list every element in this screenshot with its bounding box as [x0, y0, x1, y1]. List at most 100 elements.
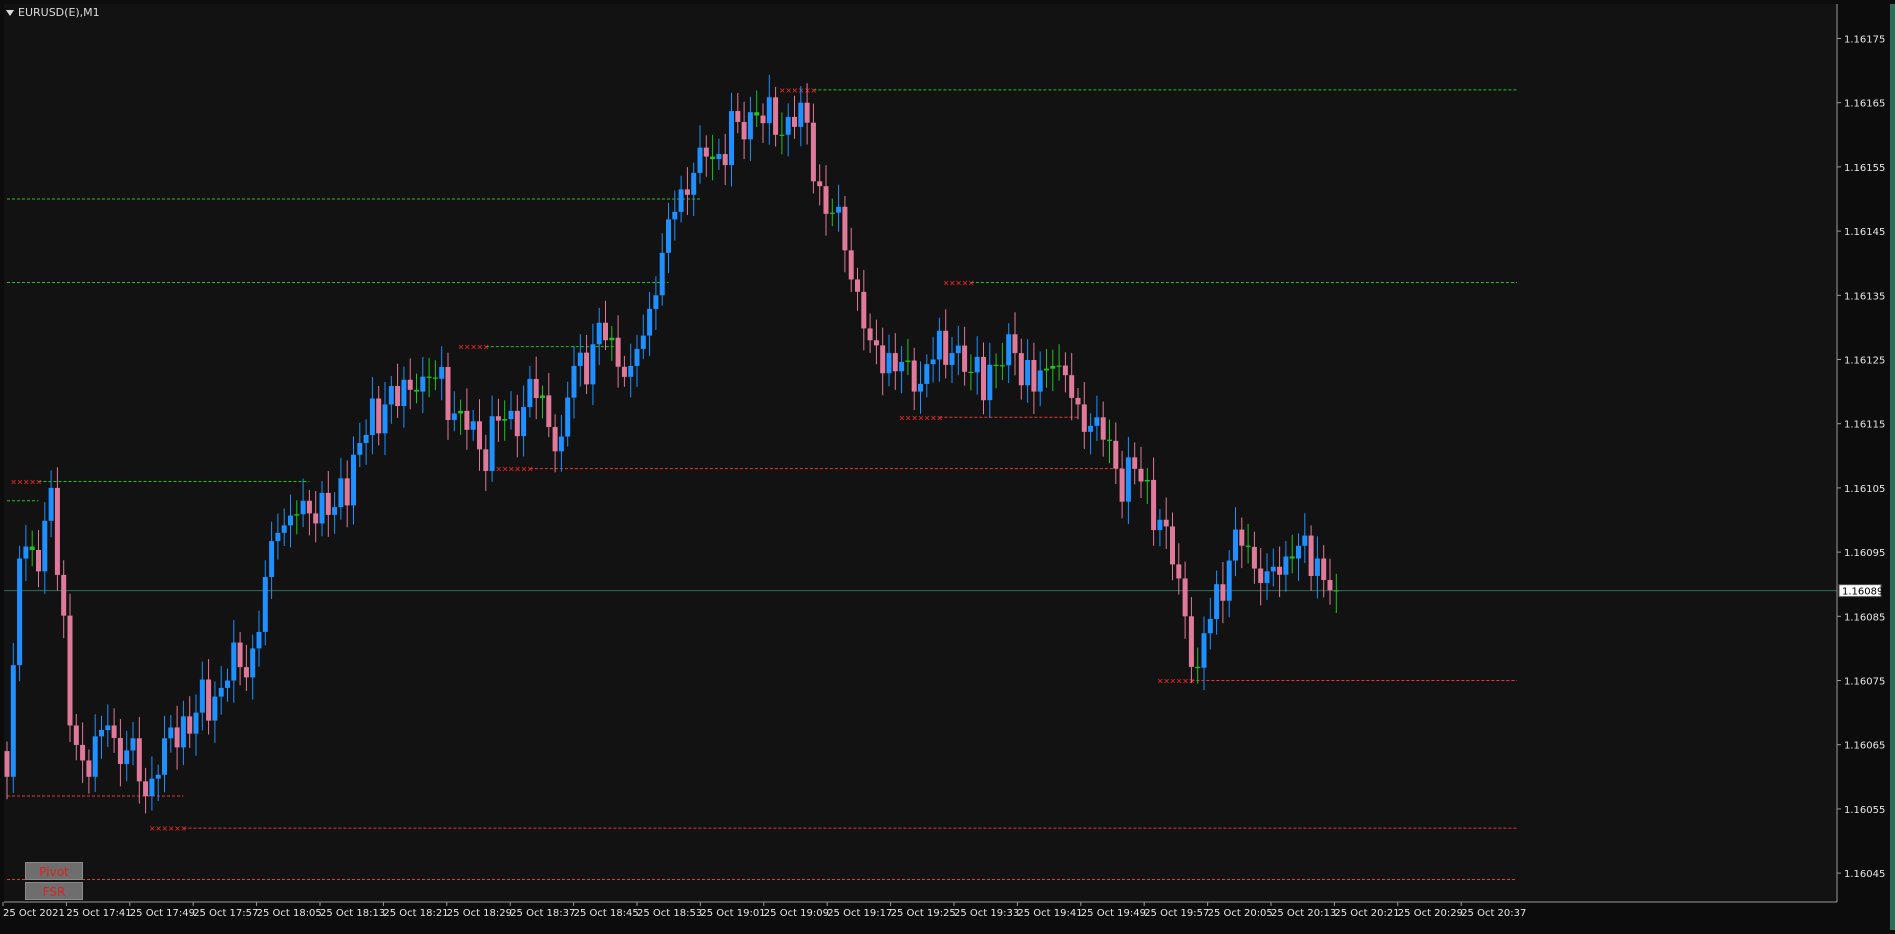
- candle-body: [243, 667, 249, 678]
- candle-body: [999, 365, 1005, 367]
- candle-body: [313, 513, 319, 524]
- candle-body: [388, 386, 394, 405]
- candle-body: [527, 378, 533, 408]
- candle-body: [1270, 566, 1276, 572]
- candle-body: [250, 648, 256, 678]
- candle-body: [1125, 457, 1131, 502]
- price-tick-label: 1.16105: [1844, 484, 1885, 495]
- candle-body: [300, 500, 306, 515]
- candle-body: [565, 397, 571, 437]
- time-tick-label: 25 Oct 19:33: [954, 908, 1019, 919]
- candle-body: [1333, 590, 1339, 592]
- time-tick-label: 25 Oct 18:29: [447, 908, 512, 919]
- candle-body: [873, 340, 879, 346]
- time-tick-label: 25 Oct 18:13: [320, 908, 385, 919]
- time-tick-label: 25 Oct 18:53: [637, 908, 702, 919]
- candle-body: [943, 330, 949, 365]
- candle-body: [1062, 365, 1068, 376]
- candle-body: [684, 189, 690, 195]
- candle-body: [17, 558, 23, 666]
- candle-body: [596, 322, 602, 345]
- candle-body: [936, 330, 942, 360]
- candle-body: [949, 353, 955, 365]
- candle-body: [987, 364, 993, 401]
- candle-body: [458, 410, 464, 414]
- candle-body: [1321, 558, 1327, 580]
- candle-body: [357, 442, 363, 455]
- candle-body: [1220, 584, 1226, 601]
- candle-body: [716, 154, 722, 160]
- candle-body: [1214, 584, 1220, 620]
- candle-body: [785, 116, 791, 135]
- time-tick-label: 25 Oct 20:05: [1208, 908, 1273, 919]
- candle-body: [489, 416, 495, 471]
- candle-body: [1201, 633, 1207, 668]
- candle-body: [143, 781, 149, 797]
- candle-body: [647, 308, 653, 336]
- candle-body: [703, 147, 709, 157]
- candle-body: [540, 395, 545, 399]
- candle-body: [376, 398, 382, 434]
- candle-body: [955, 345, 961, 354]
- candle-body: [1050, 365, 1056, 369]
- candle-body: [332, 507, 338, 515]
- candle-body: [439, 367, 445, 379]
- candle-body: [514, 410, 520, 437]
- price-tick-label: 1.16125: [1844, 356, 1885, 367]
- candle-body: [187, 716, 193, 734]
- candle-body: [432, 377, 438, 379]
- candle-body: [678, 189, 684, 212]
- candle-body: [344, 478, 350, 506]
- level-marker: ×: [968, 278, 975, 287]
- scroll-edge: [1890, 4, 1895, 930]
- candle-body: [962, 345, 968, 372]
- candle-body: [111, 725, 117, 738]
- candle-body: [1302, 535, 1308, 546]
- candle-body: [993, 364, 999, 366]
- candle-body: [105, 725, 111, 730]
- candle-body: [1258, 568, 1264, 583]
- candle-body: [92, 736, 98, 777]
- candle-body: [1075, 397, 1081, 405]
- candle-body: [1327, 579, 1333, 591]
- candle-body: [571, 365, 577, 398]
- candle-body: [729, 111, 734, 166]
- price-tick-label: 1.16085: [1844, 612, 1885, 623]
- candle-body: [1239, 529, 1245, 546]
- candle-body: [892, 353, 898, 372]
- candle-body: [1233, 529, 1238, 561]
- candle-body: [1163, 519, 1169, 527]
- candle-body: [420, 376, 426, 392]
- candle-body: [117, 737, 123, 764]
- candle-body: [810, 122, 816, 182]
- candle-body: [546, 395, 552, 428]
- level-marker: ×: [483, 343, 490, 352]
- candle-body: [577, 352, 583, 366]
- candle-body: [899, 361, 905, 372]
- time-tick-label: 25 Oct 20:29: [1398, 908, 1463, 919]
- candle-body: [861, 291, 867, 329]
- candle-body: [162, 738, 167, 775]
- time-tick-label: 25 Oct 17:57: [193, 908, 258, 919]
- candle-body: [779, 134, 785, 136]
- candle-body: [155, 774, 161, 779]
- fsr-button[interactable]: FSR: [25, 882, 83, 900]
- candle-body: [1113, 440, 1119, 469]
- candle-body: [256, 631, 262, 649]
- pivot-button[interactable]: Pivot: [25, 862, 83, 880]
- symbol-label: EURUSD(E),M1: [18, 6, 100, 19]
- candle-body: [659, 252, 665, 296]
- candle-body: [36, 549, 41, 572]
- candle-body: [798, 102, 804, 127]
- symbol-header[interactable]: EURUSD(E),M1: [6, 6, 100, 19]
- candle-body: [621, 366, 627, 377]
- candle-body: [760, 115, 766, 124]
- candle-body: [1094, 417, 1100, 426]
- candle-body: [502, 419, 508, 421]
- plot-area: [4, 4, 1837, 902]
- collapse-triangle-icon[interactable]: [6, 9, 14, 16]
- candle-body: [1031, 359, 1037, 392]
- candle-body: [426, 376, 432, 378]
- candle-body: [603, 322, 608, 341]
- candle-body: [23, 546, 29, 559]
